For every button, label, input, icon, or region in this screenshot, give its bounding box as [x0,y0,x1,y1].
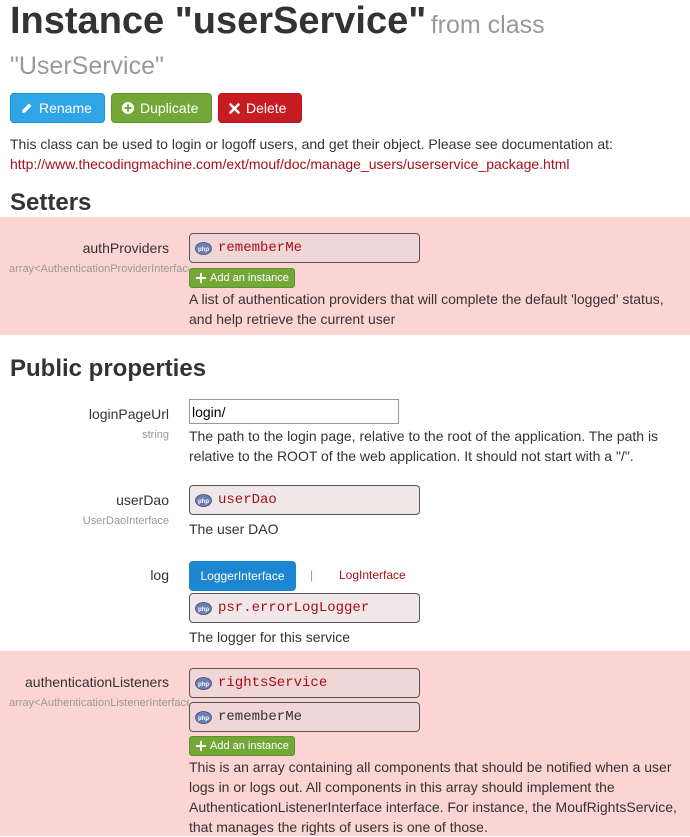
instance-box-errorloglogger[interactable]: php psr.errorLogLogger [189,593,420,623]
svg-text:php: php [198,716,209,722]
add-instance-button[interactable]: Add an instance [189,268,295,288]
authlisteners-label: authenticationListeners [25,674,169,690]
plus-icon [196,273,206,283]
php-icon: php [195,676,212,690]
plus-circle-icon [122,102,134,114]
pencil-icon [22,103,32,113]
authlisteners-type: array<AuthenticationListenerInterface> [9,697,189,709]
add-instance-button[interactable]: Add an instance [189,736,295,756]
duplicate-label: Duplicate [140,100,199,116]
instance-title: Instance "userService" [10,0,427,42]
duplicate-button[interactable]: Duplicate [111,93,212,123]
php-icon: php [195,241,212,255]
instance-box-rememberme[interactable]: php rememberMe [189,702,420,732]
userdao-doc: The user DAO [189,521,279,537]
setters-heading: Setters [10,189,92,216]
loginpageurl-label: loginPageUrl [88,406,169,422]
authlisteners-doc: This is an array containing all componen… [189,759,677,835]
loginpageurl-doc: The path to the login page, relative to … [189,428,659,464]
public-properties-heading: Public properties [10,355,207,382]
class-description: This class can be used to login or logof… [10,134,680,174]
php-icon: php [195,493,212,507]
tab-loggerinterface[interactable]: LoggerInterface [189,561,296,591]
page-title: Instance "userService" from class [10,0,545,43]
description-text: This class can be used to login or logof… [10,136,613,152]
log-doc: The logger for this service [189,629,351,645]
from-class-label: from class [430,11,545,39]
documentation-link[interactable]: http://www.thecodingmachine.com/ext/mouf… [10,156,570,172]
class-name: "UserService" [10,52,164,80]
instance-name: psr.errorLogLogger [218,600,370,616]
delete-button[interactable]: Delete [218,93,302,123]
plus-icon [196,741,206,751]
close-icon [229,102,240,114]
instance-name: rememberMe [218,709,303,725]
add-instance-label: Add an instance [210,272,289,284]
instance-box-userdao[interactable]: php userDao [189,485,420,515]
php-icon: php [195,710,212,724]
tab-separator: | [310,568,314,582]
instance-name: rightsService [218,675,328,691]
rename-button[interactable]: Rename [10,93,105,123]
authproviders-doc: A list of authentication providers that … [189,291,664,327]
svg-text:php: php [198,499,209,505]
instance-name: userDao [218,492,277,508]
loginpageurl-input[interactable] [189,399,399,424]
instance-box-rememberme[interactable]: php rememberMe [189,233,420,263]
php-icon: php [195,601,212,615]
svg-text:php: php [198,247,209,253]
log-label: log [150,567,169,583]
tab-loginterface[interactable]: LogInterface [339,568,406,582]
svg-text:php: php [198,607,209,613]
authproviders-label: authProviders [82,240,169,256]
loginpageurl-type: string [142,429,169,441]
userdao-type: UserDaoInterface [82,515,169,527]
userdao-label: userDao [116,492,169,508]
svg-text:php: php [198,682,209,688]
instance-name: rememberMe [218,240,303,256]
delete-label: Delete [246,100,287,116]
add-instance-label: Add an instance [210,740,289,752]
instance-box-rightsservice[interactable]: php rightsService [189,668,420,698]
rename-label: Rename [39,100,92,116]
authproviders-type: array<AuthenticationProviderInterface> [9,263,189,275]
